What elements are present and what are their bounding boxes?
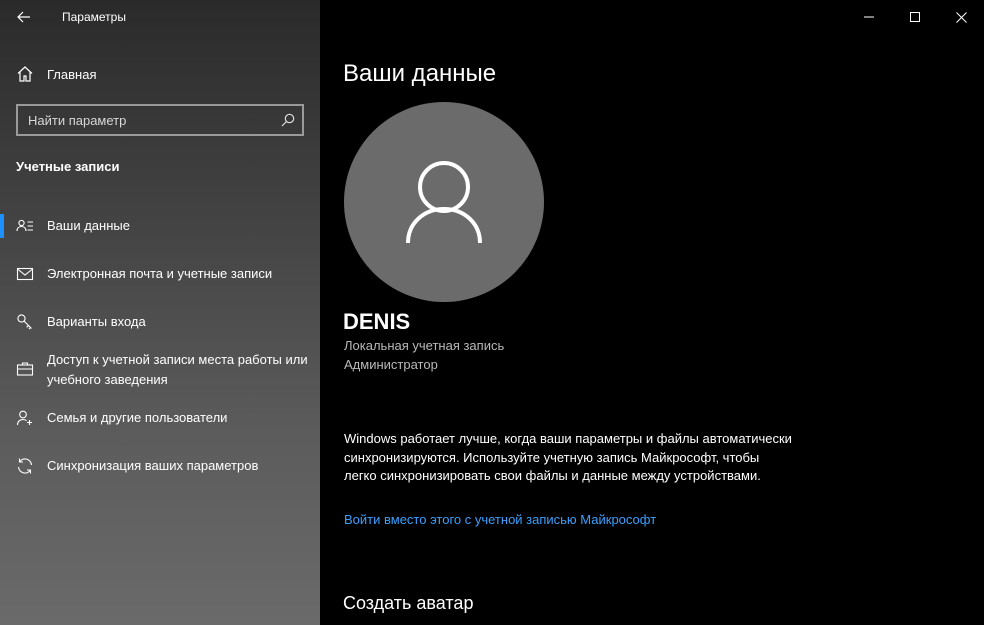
key-icon: [17, 314, 32, 330]
microsoft-account-link[interactable]: Войти вместо этого с учетной записью Май…: [344, 512, 656, 527]
person-card-icon: [16, 219, 33, 232]
sidebar-item-label: Доступ к учетной записи места работы или…: [47, 352, 308, 387]
briefcase-icon: [16, 362, 34, 376]
create-avatar-heading: Создать аватар: [343, 593, 474, 613]
search-icon[interactable]: [280, 112, 296, 128]
sidebar-item-sign-in-options[interactable]: Варианты входа: [0, 306, 320, 338]
back-button[interactable]: [14, 7, 34, 27]
close-button[interactable]: [938, 0, 984, 34]
close-icon: [955, 11, 967, 23]
sidebar-item-label: Ваши данные: [47, 218, 130, 233]
sidebar-item-email-accounts[interactable]: Электронная почта и учетные записи: [0, 258, 320, 290]
sidebar-item-family-users[interactable]: Семья и другие пользователи: [0, 402, 320, 434]
sidebar-item-your-info[interactable]: Ваши данные: [0, 210, 320, 242]
sidebar-item-home[interactable]: Главная: [0, 58, 320, 90]
home-icon: [17, 66, 33, 82]
selection-indicator: [0, 214, 4, 238]
person-add-icon: [16, 410, 32, 426]
window-controls: [846, 0, 984, 34]
page-title: Ваши данные: [343, 60, 497, 87]
sidebar-item-label: Варианты входа: [47, 314, 146, 329]
main-content: Ваши данные DENIS Локальная учетная запи…: [320, 0, 984, 625]
app-title: Параметры: [62, 10, 126, 24]
minimize-icon: [864, 16, 874, 18]
arrow-left-icon: [17, 11, 30, 23]
mail-icon: [16, 267, 34, 281]
sidebar-item-label: Электронная почта и учетные записи: [47, 266, 273, 281]
account-type: Локальная учетная запись: [344, 338, 505, 353]
sync-info-text: Windows работает лучше, когда ваши парам…: [344, 431, 792, 483]
user-name: DENIS: [343, 309, 411, 334]
sync-icon: [17, 458, 33, 474]
sidebar-item-label: Синхронизация ваших параметров: [47, 458, 259, 473]
sidebar-item-sync-settings[interactable]: Синхронизация ваших параметров: [0, 450, 320, 482]
search-input[interactable]: [18, 106, 302, 134]
minimize-button[interactable]: [846, 0, 892, 34]
account-role: Администратор: [344, 357, 438, 372]
section-title: Учетные записи: [16, 159, 120, 174]
sidebar-item-label: Главная: [47, 67, 97, 82]
sidebar-item-work-school-access[interactable]: Доступ к учетной записи места работы или…: [0, 348, 320, 392]
maximize-icon: [910, 12, 920, 22]
title-bar: Параметры: [0, 0, 320, 34]
avatar: [344, 102, 544, 302]
search-box[interactable]: [16, 104, 304, 136]
sidebar: Параметры Главная Учетные записи Ваши да…: [0, 0, 320, 625]
sidebar-item-label: Семья и другие пользователи: [47, 410, 228, 425]
person-icon: [406, 161, 482, 244]
maximize-button[interactable]: [892, 0, 938, 34]
